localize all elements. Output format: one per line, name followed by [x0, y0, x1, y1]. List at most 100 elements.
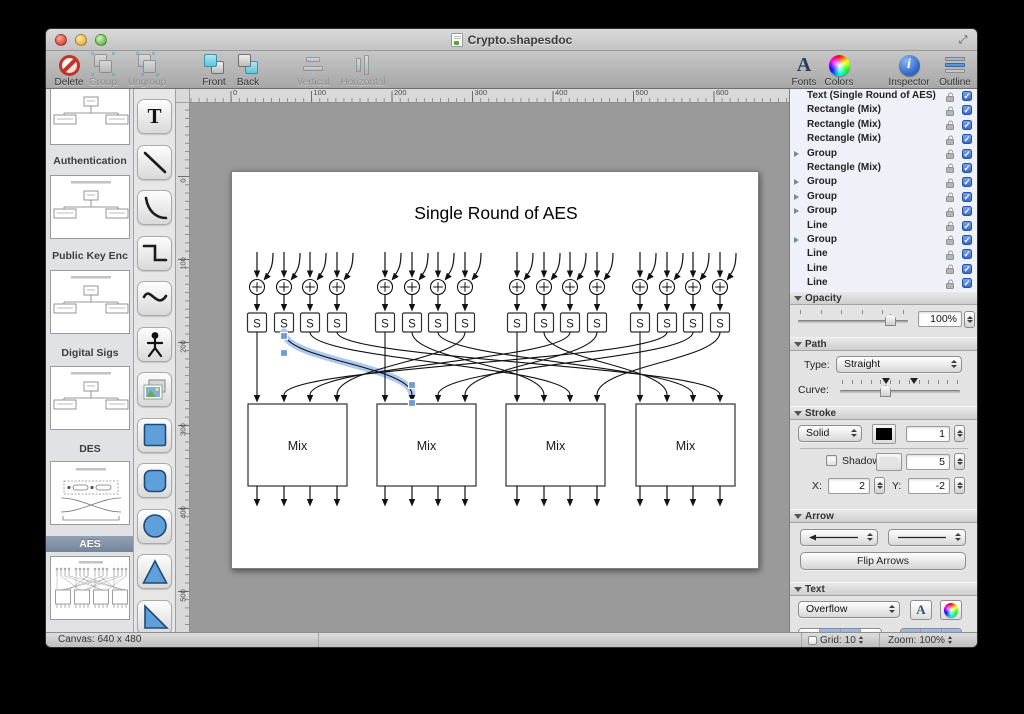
- shift-line-2-3[interactable]: [465, 332, 597, 395]
- shadow-y-stepper[interactable]: [954, 477, 965, 494]
- visibility-checkbox[interactable]: ✓: [962, 91, 972, 101]
- opacity-field[interactable]: 100%: [918, 311, 962, 327]
- shadow-blur-stepper[interactable]: [954, 453, 965, 470]
- opacity-slider-thumb[interactable]: [885, 314, 896, 326]
- visibility-checkbox[interactable]: ✓: [962, 278, 972, 288]
- stroke-width-stepper[interactable]: [954, 425, 965, 442]
- visibility-checkbox[interactable]: ✓: [962, 249, 972, 259]
- lock-icon[interactable]: [946, 149, 955, 159]
- visibility-checkbox[interactable]: ✓: [962, 264, 972, 274]
- layer-row[interactable]: Rectangle (Mix)✓: [790, 132, 977, 146]
- lock-icon[interactable]: [946, 250, 955, 260]
- stroke-color-well[interactable]: [872, 424, 896, 444]
- stroke-section-header[interactable]: Stroke: [790, 406, 977, 420]
- aes-column-3-1[interactable]: S: [658, 252, 684, 332]
- aes-column-2-3[interactable]: S: [588, 252, 614, 332]
- lock-icon[interactable]: [946, 207, 955, 217]
- disclosure-triangle-icon[interactable]: [794, 208, 799, 214]
- layer-row[interactable]: Line✓: [790, 262, 977, 276]
- lock-icon[interactable]: [946, 192, 955, 202]
- disclosure-triangle-icon[interactable]: [794, 179, 799, 185]
- disclosure-triangle-icon[interactable]: [794, 194, 799, 200]
- visibility-checkbox[interactable]: ✓: [962, 105, 972, 115]
- stroke-width-field[interactable]: 1: [906, 426, 950, 442]
- selection-handle[interactable]: [409, 400, 416, 407]
- text-section-header[interactable]: Text: [790, 582, 977, 596]
- layer-row[interactable]: Group✓: [790, 175, 977, 189]
- curve-slider-thumb[interactable]: [880, 385, 891, 397]
- tool-person-button[interactable]: [137, 327, 172, 362]
- visibility-checkbox[interactable]: ✓: [962, 177, 972, 187]
- canvas-page[interactable]: Single Round of AESSSSSSSSSSSSSSSSSMixMi…: [231, 171, 759, 569]
- shadow-color-well[interactable]: [876, 453, 902, 471]
- layer-row[interactable]: Group✓: [790, 233, 977, 247]
- visibility-checkbox[interactable]: ✓: [962, 120, 972, 130]
- outline-button[interactable]: Outline: [920, 53, 978, 88]
- lock-icon[interactable]: [946, 92, 955, 102]
- aes-column-2-1[interactable]: S: [535, 252, 561, 332]
- lock-icon[interactable]: [946, 279, 955, 289]
- text-font-button[interactable]: A: [910, 600, 932, 620]
- shadow-x-stepper[interactable]: [874, 477, 885, 494]
- arrow-end-popup[interactable]: [888, 529, 966, 546]
- path-section-header[interactable]: Path: [790, 337, 977, 351]
- shadow-y-field[interactable]: -2: [908, 478, 950, 494]
- aes-column-0-3[interactable]: S: [328, 252, 354, 332]
- visibility-checkbox[interactable]: ✓: [962, 163, 972, 173]
- shape-thumbnail-partial[interactable]: [50, 89, 130, 145]
- visibility-checkbox[interactable]: ✓: [962, 134, 972, 144]
- shift-line-0-1[interactable]: [284, 332, 412, 395]
- lock-icon[interactable]: [946, 235, 955, 245]
- layer-row[interactable]: Line✓: [790, 247, 977, 261]
- aes-column-1-3[interactable]: S: [456, 252, 482, 332]
- lock-icon[interactable]: [946, 106, 955, 116]
- aes-column-3-3[interactable]: S: [711, 252, 737, 332]
- ungroup-button[interactable]: Ungroup: [112, 53, 182, 88]
- back-button[interactable]: Back: [213, 53, 283, 88]
- aes-column-2-0[interactable]: S: [508, 252, 534, 332]
- shape-thumbnail-digital-sigs[interactable]: [50, 366, 130, 430]
- aes-column-3-2[interactable]: S: [684, 252, 710, 332]
- layer-row[interactable]: Group✓: [790, 147, 977, 161]
- tool-square-button[interactable]: [137, 418, 172, 453]
- stroke-style-popup[interactable]: Solid: [798, 425, 862, 442]
- aes-column-0-0[interactable]: S: [248, 252, 274, 332]
- visibility-checkbox[interactable]: ✓: [962, 149, 972, 159]
- lock-icon[interactable]: [946, 178, 955, 188]
- tool-curve-button[interactable]: [137, 190, 172, 225]
- arrow-section-header[interactable]: Arrow: [790, 509, 977, 523]
- text-color-button[interactable]: [940, 600, 962, 620]
- shape-thumbnail-aes[interactable]: [50, 556, 130, 620]
- aes-column-0-1[interactable]: S: [275, 252, 301, 332]
- selection-handle[interactable]: [281, 350, 288, 357]
- path-type-popup[interactable]: Straight: [836, 356, 962, 373]
- colors-button[interactable]: Colors: [804, 53, 874, 88]
- disclosure-triangle-icon[interactable]: [794, 237, 799, 243]
- shift-line-3-3[interactable]: [597, 332, 720, 395]
- disclosure-triangle-icon[interactable]: [794, 151, 799, 157]
- lock-icon[interactable]: [946, 221, 955, 231]
- layer-row[interactable]: Rectangle (Mix)✓: [790, 118, 977, 132]
- layer-row[interactable]: Rectangle (Mix)✓: [790, 103, 977, 117]
- visibility-checkbox[interactable]: ✓: [962, 235, 972, 245]
- shadow-blur-field[interactable]: 5: [906, 454, 950, 470]
- sidebar-label-aes[interactable]: AES: [46, 536, 134, 552]
- lock-icon[interactable]: [946, 163, 955, 173]
- visibility-checkbox[interactable]: ✓: [962, 206, 972, 216]
- tool-line-button[interactable]: [137, 145, 172, 180]
- selection-handle[interactable]: [409, 382, 416, 389]
- canvas-area[interactable]: 0100200300400500600 0100200300400500 Sin…: [176, 89, 791, 632]
- lock-icon[interactable]: [946, 120, 955, 130]
- shadow-checkbox[interactable]: [826, 455, 837, 466]
- shadow-x-field[interactable]: 2: [828, 478, 870, 494]
- tool-elbow-button[interactable]: [137, 236, 172, 271]
- grid-checkbox[interactable]: [808, 636, 817, 645]
- tool-rounded-square-button[interactable]: [137, 463, 172, 498]
- shape-thumbnail-des[interactable]: [50, 461, 130, 525]
- shape-thumbnail-public-key-enc[interactable]: [50, 270, 130, 334]
- visibility-checkbox[interactable]: ✓: [962, 221, 972, 231]
- align-horizontal-button[interactable]: Horizontal: [328, 53, 398, 88]
- layer-row[interactable]: Group✓: [790, 204, 977, 218]
- grid-stepper[interactable]: [859, 636, 863, 644]
- fullscreen-icon[interactable]: ⤢: [956, 33, 970, 47]
